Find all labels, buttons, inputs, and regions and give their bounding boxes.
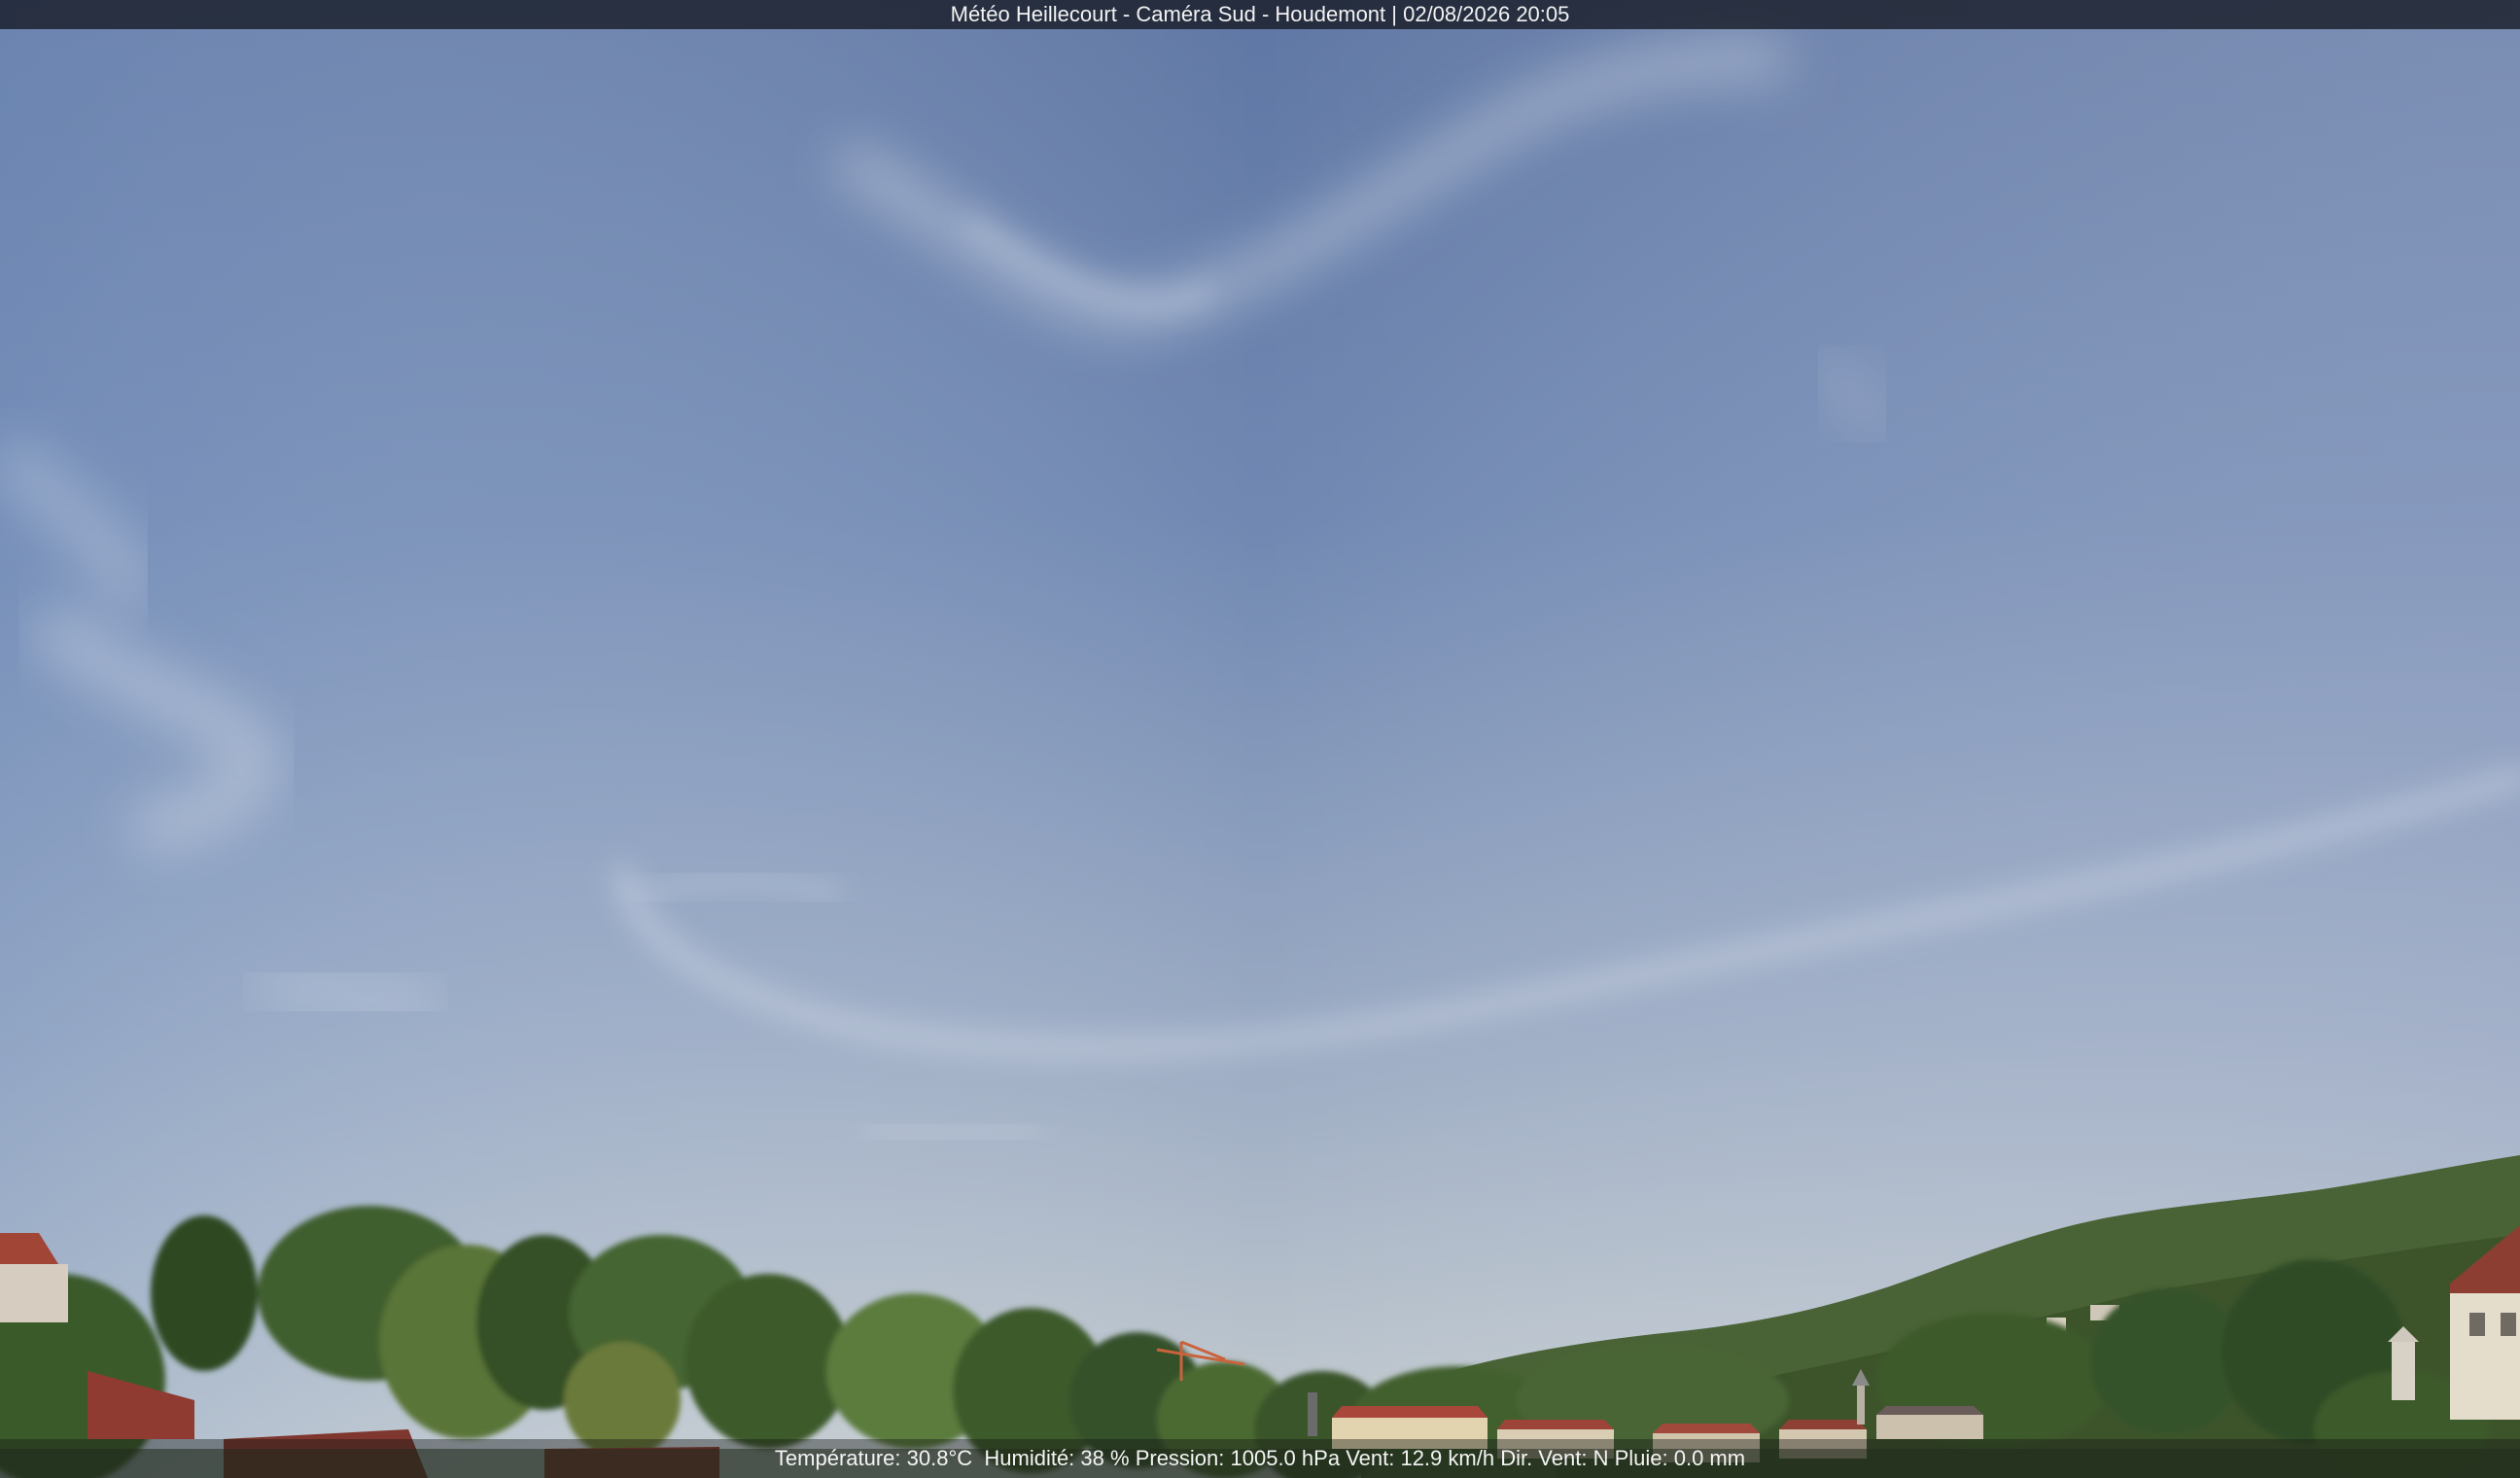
weather-info-overlay: Température: 30.8°C Humidité: 38 % Press…: [0, 1439, 2520, 1478]
rain-readout: Pluie: 0.0 mm: [1614, 1446, 1746, 1470]
pressure-readout: Pression: 1005.0 hPa: [1135, 1446, 1341, 1470]
wind-speed-readout: Vent: 12.9 km/h: [1346, 1446, 1495, 1470]
temperature-readout: Température: 30.8°C: [774, 1446, 973, 1470]
humidity-readout: Humidité: 38 %: [984, 1446, 1130, 1470]
camera-title: Météo Heillecourt - Caméra Sud - Houdemo…: [950, 2, 1570, 26]
camera-title-overlay: Météo Heillecourt - Caméra Sud - Houdemo…: [0, 0, 2520, 29]
wind-direction-readout: Dir. Vent: N: [1500, 1446, 1609, 1470]
webcam-scene: [0, 0, 2520, 1478]
